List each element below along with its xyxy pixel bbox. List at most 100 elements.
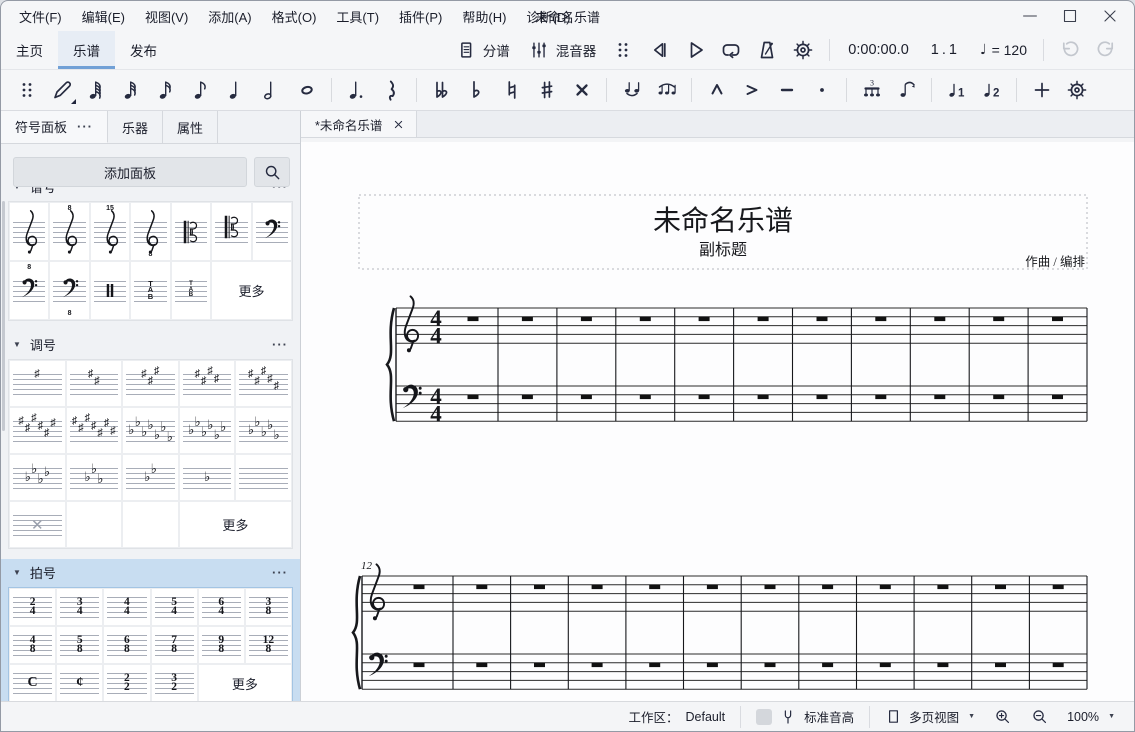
palette-cell[interactable]: ♯♯♯♯♯♯♯ (66, 407, 123, 454)
augmentation-dot-button[interactable] (339, 73, 374, 107)
whole-rest[interactable] (476, 663, 487, 667)
whole-rest[interactable] (934, 395, 945, 399)
whole-rest[interactable] (649, 585, 660, 589)
palette-cell[interactable]: TAB (171, 261, 211, 320)
view-mode-selector[interactable]: 多页视图 ▼ (876, 707, 984, 726)
voice-2-button[interactable]: 2 (974, 73, 1009, 107)
palette-cell[interactable]: ♭♭♭♭♭♭♭ (122, 407, 179, 454)
whole-rest[interactable] (995, 585, 1006, 589)
note-whole-button[interactable] (289, 73, 324, 107)
sharp-button[interactable] (529, 73, 564, 107)
whole-rest[interactable] (993, 317, 1004, 321)
whole-rest[interactable] (581, 317, 592, 321)
flat-button[interactable] (459, 73, 494, 107)
whole-rest[interactable] (476, 585, 487, 589)
minimize-button[interactable] (1010, 2, 1050, 30)
rewind-button[interactable] (643, 34, 675, 66)
palette-cell[interactable]: 22 (103, 664, 150, 701)
voice-1-button[interactable]: 1 (939, 73, 974, 107)
panel-tab-0[interactable]: 符号面板··· (1, 111, 108, 143)
score-title[interactable]: 未命名乐谱 (653, 205, 793, 237)
note-16th-button[interactable] (149, 73, 184, 107)
whole-rest[interactable] (765, 663, 776, 667)
palette-cell[interactable]: ¢ (56, 664, 103, 701)
whole-rest[interactable] (522, 395, 533, 399)
whole-rest[interactable] (468, 395, 479, 399)
whole-rest[interactable] (1052, 395, 1063, 399)
palette-cell[interactable]: 8 (130, 202, 170, 261)
section-header[interactable]: ▼拍号··· (1, 559, 300, 585)
whole-rest[interactable] (699, 317, 710, 321)
whole-rest[interactable] (707, 585, 718, 589)
whole-rest[interactable] (414, 663, 425, 667)
add-palettes-button[interactable]: 添加面板 (13, 157, 247, 187)
whole-rest[interactable] (1053, 585, 1064, 589)
whole-rest[interactable] (699, 395, 710, 399)
whole-rest[interactable] (934, 317, 945, 321)
palette-menu-icon[interactable]: ··· (77, 119, 93, 134)
whole-rest[interactable] (707, 663, 718, 667)
tenuto-button[interactable] (769, 73, 804, 107)
playback-settings-button[interactable] (787, 34, 819, 66)
note-eighth-button[interactable] (184, 73, 219, 107)
menu-item-7[interactable]: 帮助(H) (452, 3, 516, 30)
close-tab-icon[interactable] (391, 117, 406, 132)
whole-rest[interactable] (1052, 317, 1063, 321)
menu-item-3[interactable]: 添加(A) (198, 3, 261, 30)
palette-cell[interactable]: ♯♯♯ (122, 360, 179, 407)
whole-rest[interactable] (468, 317, 479, 321)
whole-rest[interactable] (758, 317, 769, 321)
palette-cell[interactable] (122, 501, 179, 548)
palette-cell[interactable]: 8 (9, 261, 49, 320)
whole-rest[interactable] (875, 395, 886, 399)
concert-pitch-toggle[interactable]: 标准音高 (747, 707, 863, 726)
palette-cell[interactable]: TAB (130, 261, 170, 320)
undo-button[interactable] (1054, 34, 1086, 66)
palette-cell[interactable]: ♭ (179, 454, 236, 501)
palette-cell[interactable]: ✕ (9, 501, 66, 548)
palette-cell[interactable]: 58 (56, 626, 103, 664)
palette-cell[interactable] (235, 454, 292, 501)
tempo-display[interactable]: ♩= 120 (974, 42, 1033, 58)
palette-cell[interactable] (211, 202, 251, 261)
palette-cell[interactable]: ♭♭♭♭♭ (235, 407, 292, 454)
palette-cell[interactable] (66, 501, 123, 548)
whole-rest[interactable] (522, 317, 533, 321)
whole-rest[interactable] (822, 585, 833, 589)
whole-rest[interactable] (937, 585, 948, 589)
palette-cell[interactable]: 8 (49, 202, 89, 261)
time-sig-bottom[interactable]: 4 (430, 324, 442, 349)
palette-cell[interactable]: 24 (9, 588, 56, 626)
rest-button[interactable] (374, 73, 409, 107)
palette-cell[interactable]: ♯♯♯♯ (179, 360, 236, 407)
palette-cell[interactable]: 更多 (211, 261, 292, 320)
workspace-selector[interactable]: 工作区： Default (619, 707, 734, 726)
section-menu-icon[interactable]: ··· (272, 337, 288, 352)
drag-handle-button[interactable] (9, 73, 44, 107)
palette-cell[interactable]: ♯♯ (66, 360, 123, 407)
whole-rest[interactable] (817, 395, 828, 399)
whole-rest[interactable] (640, 395, 651, 399)
double-sharp-button[interactable] (564, 73, 599, 107)
score-composer[interactable]: 作曲 / 编排 (1025, 254, 1085, 269)
whole-rest[interactable] (649, 663, 660, 667)
palette-cell[interactable]: 8 (49, 261, 89, 320)
palette-cell[interactable]: ♯♯♯♯♯ (235, 360, 292, 407)
menu-item-1[interactable]: 编辑(E) (72, 3, 135, 30)
palette-cell[interactable]: ♭♭♭♭♭♭ (179, 407, 236, 454)
maximize-button[interactable] (1050, 2, 1090, 30)
section-header[interactable]: ▼调号··· (1, 331, 300, 357)
palette-scrollbar[interactable] (2, 201, 5, 431)
whole-rest[interactable] (995, 663, 1006, 667)
note-half-button[interactable] (254, 73, 289, 107)
redo-button[interactable] (1090, 34, 1122, 66)
play-button[interactable] (679, 34, 711, 66)
menu-item-2[interactable]: 视图(V) (135, 3, 198, 30)
whole-rest[interactable] (592, 585, 603, 589)
whole-rest[interactable] (640, 317, 651, 321)
loop-playback-button[interactable] (715, 34, 747, 66)
palette-cell[interactable]: 34 (56, 588, 103, 626)
slur-button[interactable] (649, 73, 684, 107)
palette-cell[interactable] (171, 202, 211, 261)
note-32nd-button[interactable] (114, 73, 149, 107)
